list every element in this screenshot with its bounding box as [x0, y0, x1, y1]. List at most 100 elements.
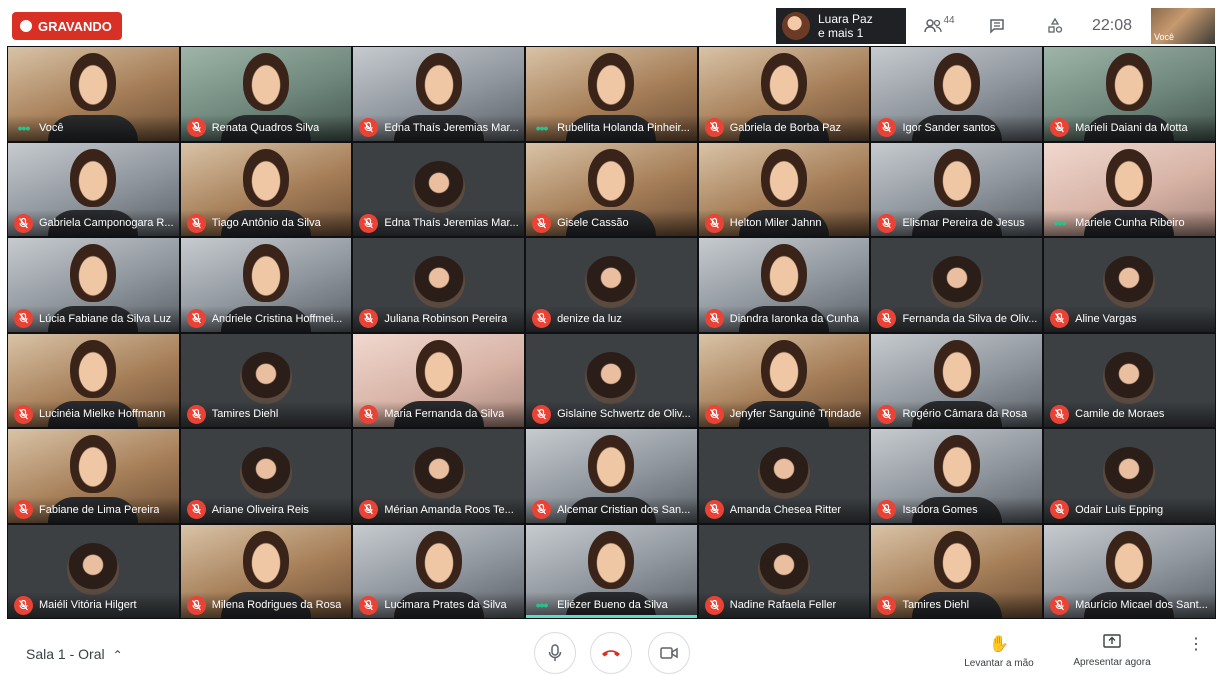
recording-badge[interactable]: GRAVANDO — [12, 12, 122, 40]
participant-video — [70, 339, 117, 398]
participant-tile[interactable]: Edna Thaís Jeremias Mar... — [352, 46, 526, 142]
participant-avatar — [412, 160, 465, 213]
participant-tile[interactable]: Tamires Diehl — [179, 332, 353, 428]
self-view-thumbnail[interactable]: Você — [1151, 8, 1215, 44]
name-bar: Rogério Câmara da Rosa — [871, 401, 1043, 427]
participant-tile[interactable]: Fernanda da Silva de Oliv... — [870, 237, 1044, 333]
participant-tile[interactable]: Andriele Cristina Hoffmei... — [179, 237, 353, 333]
participant-tile[interactable]: Fabiane de Lima Pereira — [7, 428, 180, 524]
meeting-details[interactable]: Sala 1 - Oral ⌃ — [26, 646, 123, 662]
participant-video — [588, 53, 635, 111]
participant-tile[interactable]: Gisele Cassão — [525, 141, 698, 237]
participant-tile[interactable]: Gabriela de Borba Paz — [697, 46, 871, 142]
mic-off-icon — [704, 404, 724, 424]
raise-hand-button[interactable]: ✋ Levantar a mão — [960, 634, 1038, 669]
active-speaker-bar — [526, 615, 697, 618]
participant-tile[interactable]: denize da luz — [525, 237, 698, 333]
participant-name: Tamires Diehl — [211, 408, 279, 420]
name-bar: Fernanda da Silva de Oliv... — [871, 305, 1043, 332]
participant-tile[interactable]: Mérian Amanda Roos Te... — [352, 428, 526, 524]
more-vert-icon: ⋮ — [1188, 636, 1204, 653]
participant-avatar — [240, 447, 293, 499]
active-speaker[interactable]: Luara Paz e mais 1 — [776, 8, 906, 44]
participant-name: denize da luz — [557, 312, 622, 325]
participant-tile[interactable]: Alcemar Cristian dos San... — [525, 428, 698, 524]
participant-tile[interactable]: Nadine Rafaela Feller — [697, 523, 871, 619]
participant-tile[interactable]: Renata Quadros Silva — [179, 46, 353, 142]
participant-tile[interactable]: Gislaine Schwertz de Oliv... — [525, 332, 698, 428]
mic-off-icon — [359, 595, 379, 615]
mic-off-icon — [186, 595, 206, 615]
participant-tile[interactable]: Marieli Daiani da Motta — [1043, 46, 1216, 142]
participant-tile[interactable]: Aline Vargas — [1043, 237, 1216, 333]
participant-tile[interactable]: Milena Rodrigues da Rosa — [179, 523, 353, 619]
camera-button[interactable] — [648, 632, 690, 674]
participant-tile[interactable]: Diandra Iaronka da Cunha — [697, 237, 871, 333]
participant-tile[interactable]: Lucimara Prates da Silva — [352, 523, 526, 619]
participant-name: Lucinéia Mielke Hoffmann — [39, 408, 166, 420]
name-bar: ••• Você — [8, 114, 179, 141]
participant-tile[interactable]: Juliana Robinson Pereira — [352, 237, 526, 333]
mic-off-icon — [1050, 118, 1070, 137]
participant-tile[interactable]: ••• Você — [7, 46, 180, 142]
participant-tile[interactable]: ••• Mariele Cunha Ribeiro — [1043, 141, 1216, 237]
chat-button[interactable] — [968, 18, 1026, 34]
name-bar: Lucinéia Mielke Hoffmann — [8, 401, 179, 427]
mic-off-icon — [14, 404, 33, 424]
participant-tile[interactable]: Jenyfer Sanguiné Trindade — [697, 332, 871, 428]
present-now-button[interactable]: Apresentar agora — [1066, 634, 1158, 668]
mic-off-icon — [359, 213, 379, 233]
participant-video — [70, 53, 117, 111]
participant-name: Rubellita Holanda Pinheir... — [557, 121, 690, 134]
name-bar: Alcemar Cristian dos San... — [526, 496, 697, 523]
name-bar: Helton Miler Jahnn — [698, 210, 870, 236]
participant-tile[interactable]: Edna Thaís Jeremias Mar... — [352, 141, 526, 237]
participants-button[interactable]: 44 — [910, 15, 968, 33]
participant-name: Rogério Câmara da Rosa — [902, 408, 1028, 420]
participant-tile[interactable]: Gabriela Camponogara R... — [7, 141, 180, 237]
participant-tile[interactable]: Maiéli Vitória Hilgert — [7, 523, 180, 619]
name-bar: Amanda Chesea Ritter — [698, 496, 870, 523]
activities-button[interactable] — [1026, 18, 1084, 34]
participant-tile[interactable]: Tamires Diehl — [870, 523, 1044, 619]
mic-off-icon — [1050, 595, 1070, 615]
microphone-button[interactable] — [534, 632, 576, 674]
name-bar: Lucimara Prates da Silva — [353, 592, 525, 618]
participant-tile[interactable]: Elismar Pereira de Jesus — [870, 141, 1044, 237]
participant-name: Gabriela de Borba Paz — [729, 121, 842, 134]
participant-tile[interactable]: Lúcia Fabiane da Silva Luz — [7, 237, 180, 333]
participant-video — [243, 53, 290, 111]
participant-tile[interactable]: ••• Eliézer Bueno da Silva — [525, 523, 698, 619]
participant-name: Diandra Iaronka da Cunha — [729, 312, 859, 325]
participant-tile[interactable]: Ariane Oliveira Reis — [179, 428, 353, 524]
mic-off-icon — [877, 404, 897, 424]
name-bar: Edna Thaís Jeremias Mar... — [353, 114, 525, 141]
participant-tile[interactable]: Helton Miler Jahnn — [697, 141, 871, 237]
mic-off-icon — [186, 404, 206, 424]
participant-tile[interactable]: Tiago Antônio da Silva — [179, 141, 353, 237]
name-bar: Lúcia Fabiane da Silva Luz — [8, 305, 179, 332]
participant-tile[interactable]: Lucinéia Mielke Hoffmann — [7, 332, 180, 428]
participant-tile[interactable]: Amanda Chesea Ritter — [697, 428, 871, 524]
name-bar: ••• Rubellita Holanda Pinheir... — [526, 114, 697, 141]
name-bar: Igor Sander santos — [871, 114, 1043, 141]
name-bar: Renata Quadros Silva — [180, 114, 352, 141]
participant-tile[interactable]: Maurício Micael dos Sant... — [1043, 523, 1216, 619]
name-bar: Maiéli Vitória Hilgert — [8, 592, 179, 618]
participant-tile[interactable]: Maria Fernanda da Silva — [352, 332, 526, 428]
participant-tile[interactable]: Camile de Moraes — [1043, 332, 1216, 428]
participant-tile[interactable]: ••• Rubellita Holanda Pinheir... — [525, 46, 698, 142]
participants-count: 44 — [943, 14, 955, 26]
participant-tile[interactable]: Odair Luís Epping — [1043, 428, 1216, 524]
mic-off-icon — [877, 309, 897, 328]
leave-call-button[interactable] — [590, 632, 632, 674]
participant-tile[interactable]: Isadora Gomes — [870, 428, 1044, 524]
name-bar: Gabriela de Borba Paz — [698, 114, 870, 141]
participant-tile[interactable]: Rogério Câmara da Rosa — [870, 332, 1044, 428]
mic-off-icon — [532, 404, 552, 424]
participant-tile[interactable]: Igor Sander santos — [870, 46, 1044, 142]
name-bar: Gabriela Camponogara R... — [8, 210, 179, 236]
more-options-button[interactable]: ⋮ — [1188, 637, 1204, 653]
participant-name: Lucimara Prates da Silva — [384, 599, 507, 611]
participant-video — [588, 435, 635, 493]
